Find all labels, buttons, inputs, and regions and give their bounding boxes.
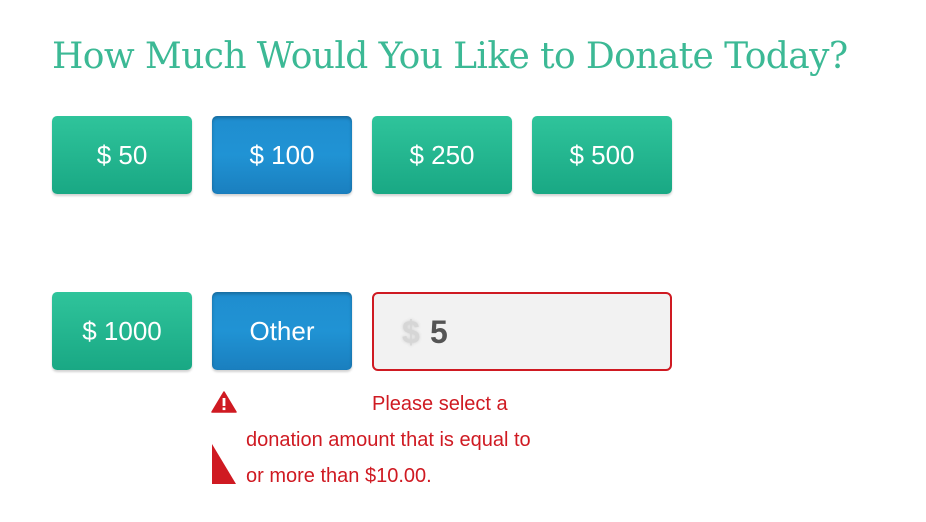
- page-title: How Much Would You Like to Donate Today?: [52, 36, 848, 77]
- amount-button-other[interactable]: Other: [212, 292, 352, 370]
- amount-button-50[interactable]: $ 50: [52, 116, 192, 194]
- donation-page: How Much Would You Like to Donate Today?…: [0, 0, 926, 522]
- custom-amount-field[interactable]: $: [372, 292, 672, 371]
- warning-icon: [211, 391, 237, 413]
- amount-button-100[interactable]: $ 100: [212, 116, 352, 194]
- error-message-line-1: Please select a: [372, 393, 508, 415]
- currency-symbol: $: [402, 314, 420, 350]
- amount-button-250[interactable]: $ 250: [372, 116, 512, 194]
- amount-button-1000[interactable]: $ 1000: [52, 292, 192, 370]
- error-message-line-3: or more than $10.00.: [246, 465, 432, 487]
- error-pointer-icon: [212, 444, 236, 484]
- error-message-line-2: donation amount that is equal to: [246, 429, 531, 451]
- amount-button-500[interactable]: $ 500: [532, 116, 672, 194]
- custom-amount-input[interactable]: [430, 312, 650, 352]
